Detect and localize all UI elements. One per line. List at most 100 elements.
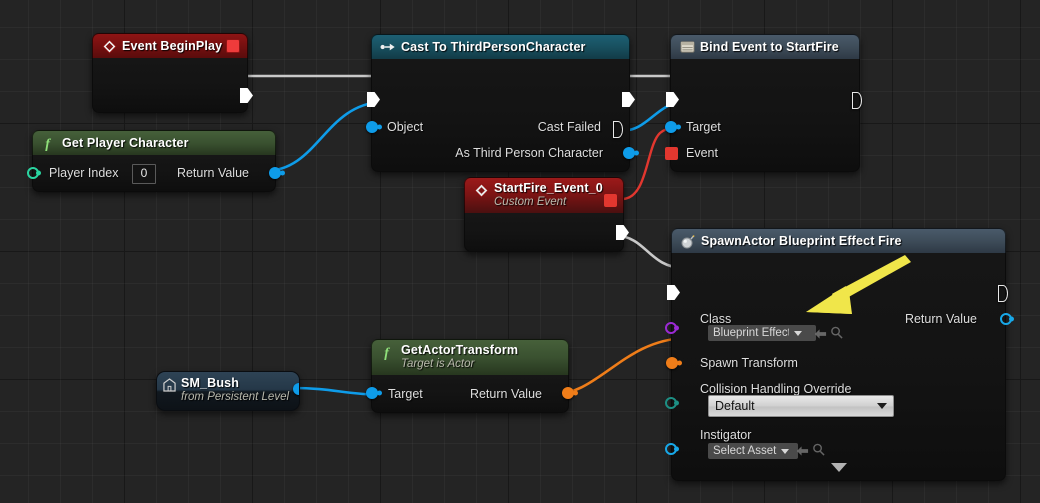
pin-label-event: Event <box>686 146 718 160</box>
instigator-asset-dropdown[interactable]: Select Asset <box>708 443 798 459</box>
node-body <box>92 58 253 113</box>
node-spawn-actor-blueprint-effect-fire[interactable]: SpawnActor Blueprint Effect Fire Class B… <box>665 228 1014 481</box>
exec-output-pin[interactable] <box>998 285 1009 302</box>
as-third-person-character-output-pin[interactable] <box>623 147 639 159</box>
pin-label-target: Target <box>388 387 423 401</box>
node-header: f GetActorTransform Target is Actor <box>371 339 569 375</box>
node-get-player-character[interactable]: f Get Player Character Player Index 0 Re… <box>27 130 285 192</box>
node-sm-bush[interactable]: SM_Bush from Persistent Level <box>156 371 300 411</box>
node-title: Get Player Character <box>62 136 189 150</box>
node-header: SM_Bush from Persistent Level <box>157 372 299 410</box>
node-header: StartFire_Event_0 Custom Event <box>464 177 624 213</box>
class-input-pin[interactable] <box>665 322 679 334</box>
node-header: Cast To ThirdPersonCharacter <box>371 34 630 59</box>
chevron-down-icon <box>794 330 802 336</box>
blueprint-graph-canvas[interactable]: Event BeginPlay Cast To ThirdPersonChara… <box>0 0 1040 503</box>
node-title: SpawnActor Blueprint Effect Fire <box>701 234 902 248</box>
node-subtitle: Target is Actor <box>401 358 475 370</box>
return-value-output-pin[interactable] <box>269 167 285 179</box>
exec-input-pin[interactable] <box>666 92 679 107</box>
node-header: f Get Player Character <box>32 130 276 155</box>
node-get-actor-transform[interactable]: f GetActorTransform Target is Actor Targ… <box>366 339 578 413</box>
node-start-fire-event-0[interactable]: StartFire_Event_0 Custom Event <box>464 177 629 252</box>
event-diamond-icon <box>473 182 489 198</box>
exec-output-pin[interactable] <box>616 225 629 240</box>
pin-label-collision-handling-override: Collision Handling Override <box>700 382 852 396</box>
exec-input-pin[interactable] <box>367 92 380 107</box>
chevron-down-icon <box>781 448 790 454</box>
event-diamond-icon <box>101 38 117 54</box>
spawn-transform-input-pin[interactable] <box>666 357 682 369</box>
svg-text:f: f <box>384 345 390 360</box>
target-input-pin[interactable] <box>665 121 681 133</box>
target-input-pin[interactable] <box>366 387 382 399</box>
wire-getplayer-to-cast-object <box>264 100 383 173</box>
node-title: StartFire_Event_0 <box>494 181 603 195</box>
node-header: Event BeginPlay <box>92 33 248 58</box>
pin-label-player-index: Player Index <box>49 166 119 180</box>
player-index-value: 0 <box>140 166 148 180</box>
node-body: Target Event <box>665 59 863 172</box>
pin-label-cast-failed: Cast Failed <box>537 120 601 134</box>
instigator-asset-value: Select Asset <box>713 445 777 457</box>
class-asset-dropdown[interactable]: Blueprint Effect F <box>708 325 816 341</box>
node-cast-to-third-person-character[interactable]: Cast To ThirdPersonCharacter Object Cast… <box>366 34 639 172</box>
collision-handling-override-dropdown[interactable]: Default <box>708 395 894 417</box>
exec-input-pin[interactable] <box>667 285 680 300</box>
browse-back-icon[interactable] <box>796 444 809 462</box>
node-body <box>464 213 629 252</box>
search-icon[interactable] <box>830 326 843 344</box>
node-body: Object Cast Failed As Third Person Chara… <box>366 59 639 172</box>
node-title: Event BeginPlay <box>122 39 223 53</box>
cast-arrow-icon <box>380 39 396 55</box>
collision-handling-override-input-pin[interactable] <box>665 397 679 409</box>
node-body: Player Index 0 Return Value <box>27 155 285 192</box>
browse-back-icon[interactable] <box>814 327 827 345</box>
exec-output-pin[interactable] <box>622 92 635 107</box>
chevron-down-icon <box>877 403 887 409</box>
node-body: Target Return Value <box>366 375 578 413</box>
node-bind-event-to-start-fire[interactable]: Bind Event to StartFire Target Event <box>665 34 863 172</box>
pin-label-object: Object <box>387 120 424 134</box>
exec-output-pin[interactable] <box>852 92 863 109</box>
node-title: Cast To ThirdPersonCharacter <box>401 40 586 54</box>
delegate-output-pin[interactable] <box>604 194 617 207</box>
node-title: SM_Bush <box>181 376 240 390</box>
player-index-value-field[interactable]: 0 <box>132 164 156 184</box>
cast-failed-exec-output-pin[interactable] <box>613 121 624 138</box>
collision-handling-override-value: Default <box>715 399 755 413</box>
pin-label-target: Target <box>686 120 721 134</box>
pin-label-as-third-person-character: As Third Person Character <box>455 146 603 160</box>
delegate-output-pin[interactable] <box>226 39 240 53</box>
pin-label-return-value: Return Value <box>904 312 977 326</box>
node-subtitle: Custom Event <box>494 196 567 208</box>
node-title: GetActorTransform <box>401 343 519 357</box>
node-header: SpawnActor Blueprint Effect Fire <box>671 228 1006 253</box>
object-input-pin[interactable] <box>366 121 382 133</box>
node-header: Bind Event to StartFire <box>670 34 860 59</box>
pin-label-instigator: Instigator <box>700 428 752 442</box>
wire-getactortransform-to-spawntransform <box>549 336 687 397</box>
pin-label-return-value: Return Value <box>469 387 542 401</box>
expand-arrow-icon[interactable] <box>830 463 847 472</box>
spawn-actor-icon <box>680 233 696 249</box>
node-event-begin-play[interactable]: Event BeginPlay <box>92 33 253 113</box>
pin-label-spawn-transform: Spawn Transform <box>700 356 798 370</box>
event-delegate-input-pin[interactable] <box>665 147 678 160</box>
exec-output-pin[interactable] <box>240 88 253 103</box>
node-title: Bind Event to StartFire <box>700 40 839 54</box>
bind-event-icon <box>679 39 695 55</box>
player-index-input-pin[interactable] <box>27 167 41 179</box>
search-icon[interactable] <box>812 443 825 461</box>
function-f-icon: f <box>41 135 57 151</box>
return-value-output-pin[interactable] <box>1000 313 1014 325</box>
instigator-input-pin[interactable] <box>665 443 679 455</box>
return-value-output-pin[interactable] <box>562 387 578 399</box>
pin-label-return-value: Return Value <box>176 166 249 180</box>
node-body: Class Blueprint Effect F Return Value <box>665 253 1014 481</box>
svg-text:f: f <box>45 136 51 151</box>
node-subtitle: from Persistent Level <box>181 391 290 403</box>
pin-label-class: Class <box>700 312 732 326</box>
class-asset-value: Blueprint Effect F <box>713 327 789 339</box>
object-output-pin[interactable] <box>293 383 299 395</box>
